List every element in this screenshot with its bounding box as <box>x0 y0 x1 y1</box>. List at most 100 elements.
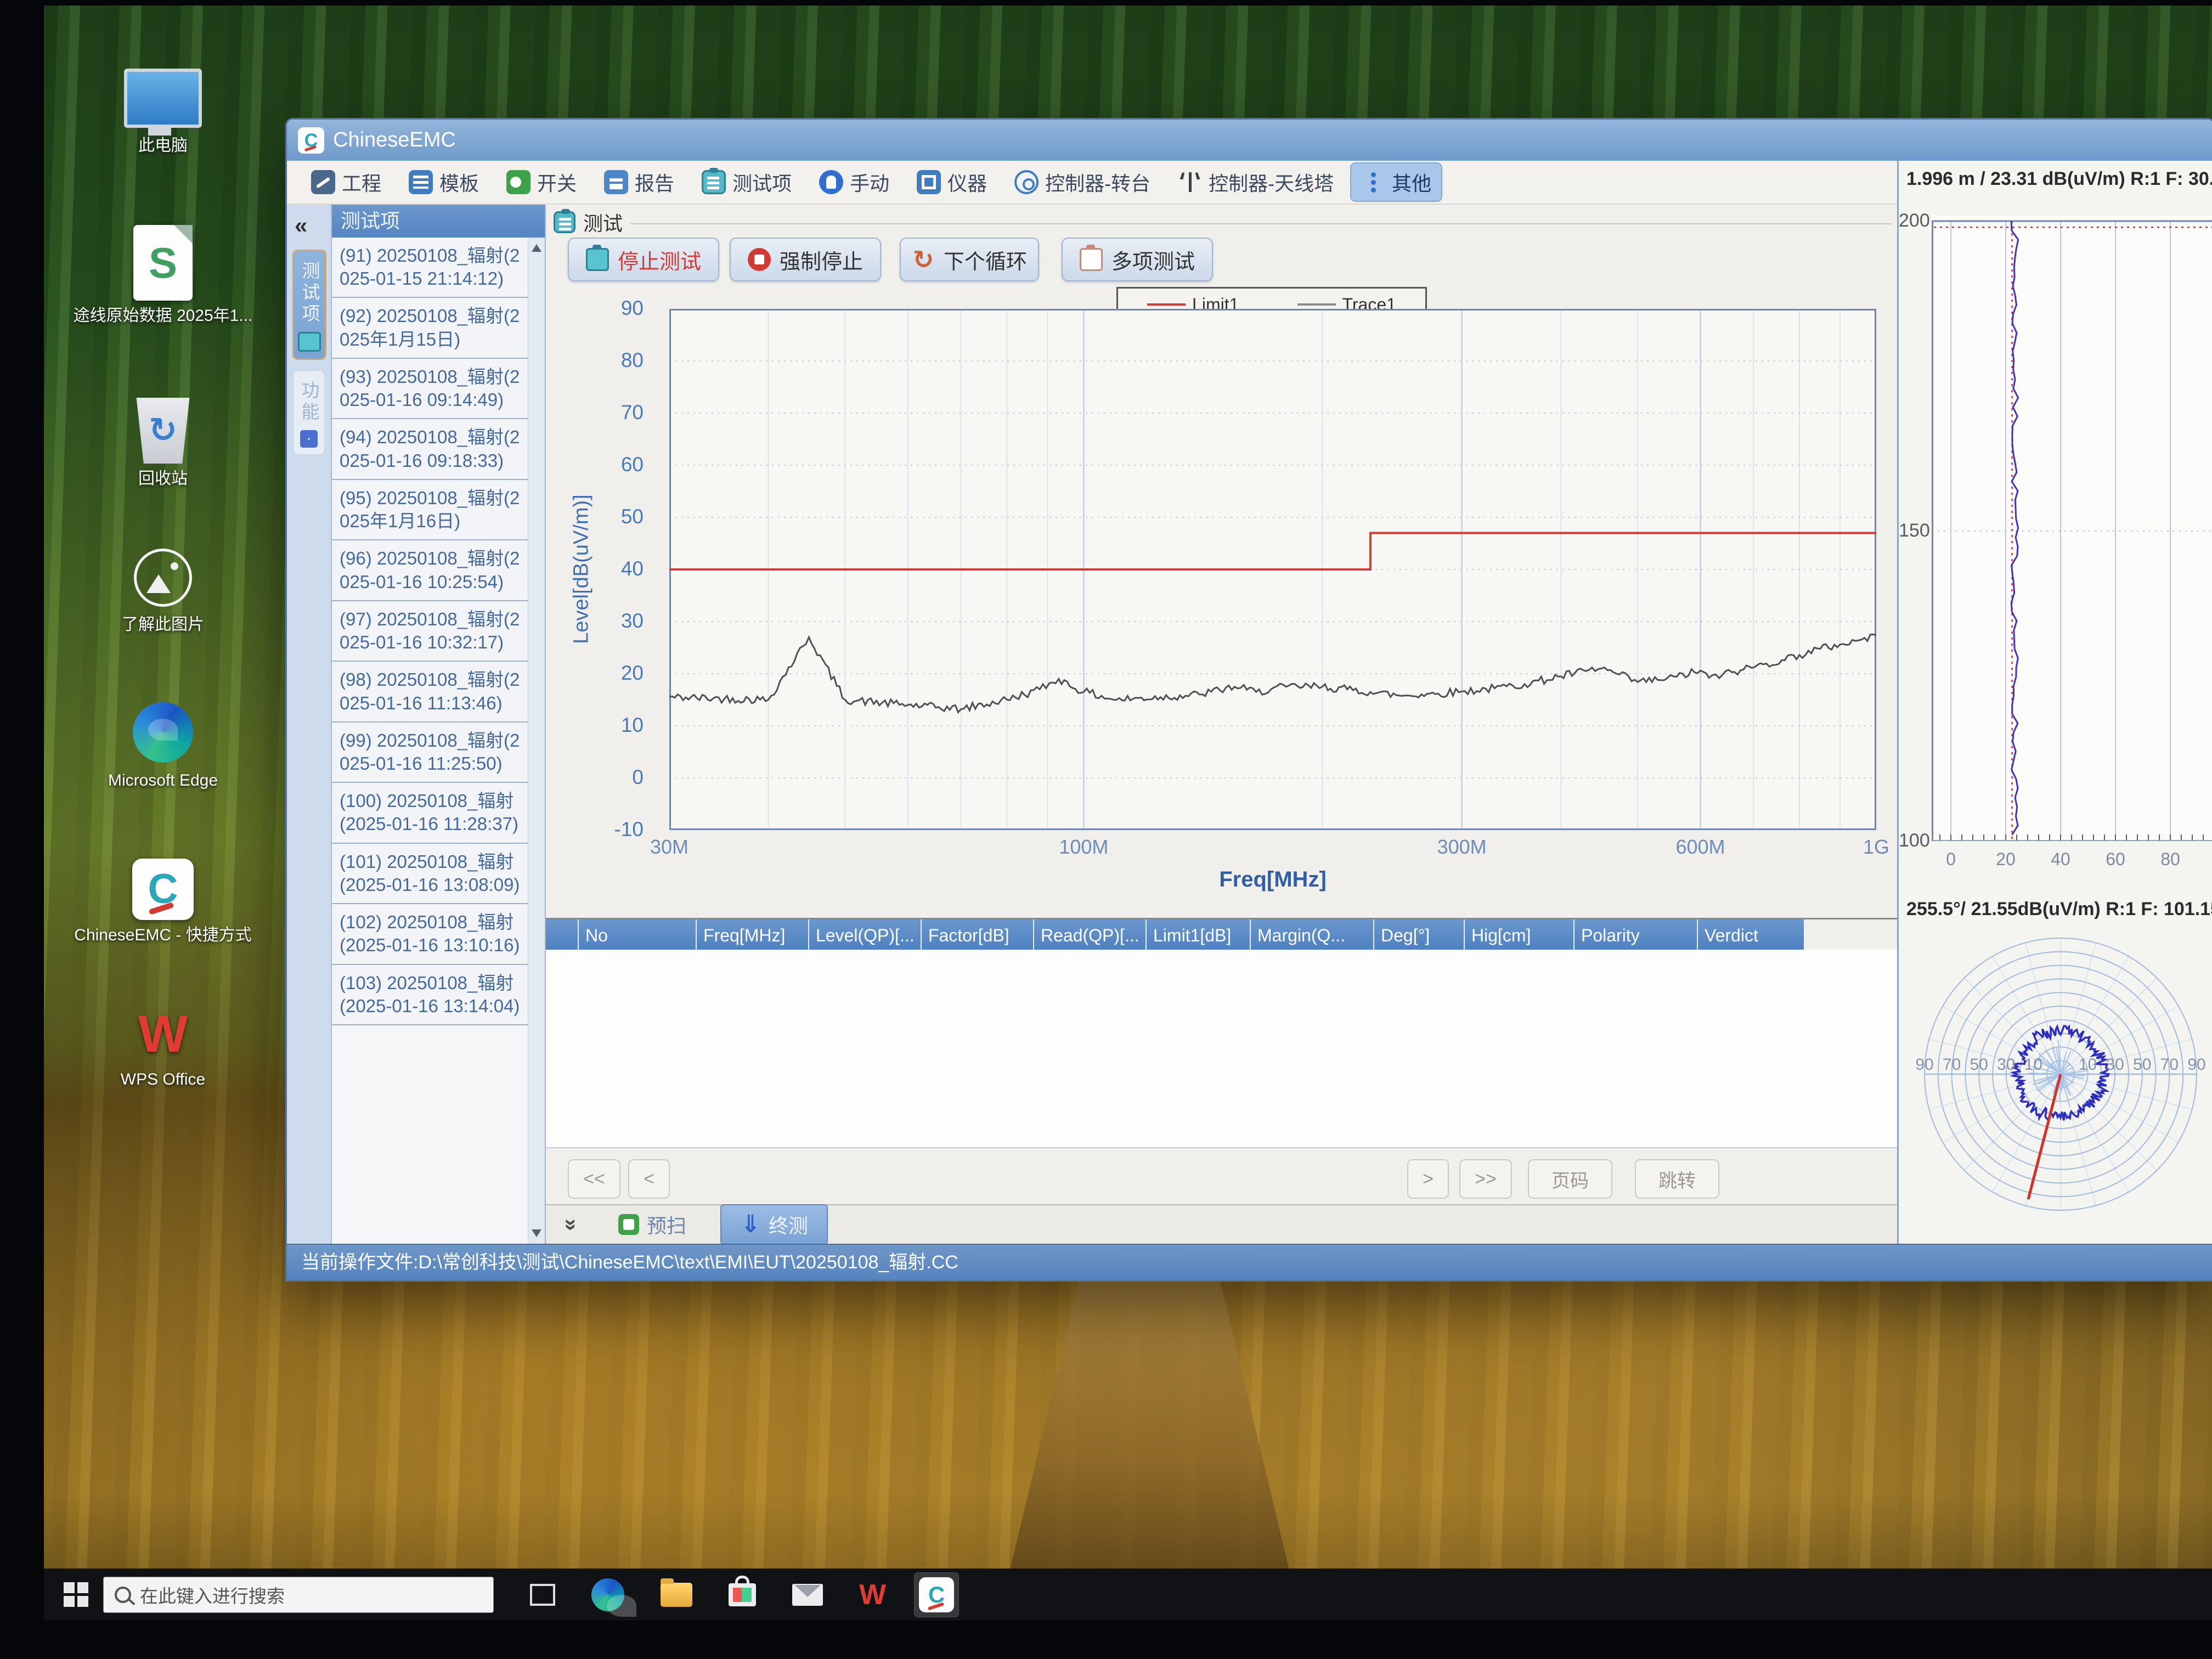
start-button-icon[interactable] <box>64 1582 89 1607</box>
dock-tab-functions[interactable]: 功能 <box>292 370 325 455</box>
menu-item-project[interactable]: 工程 <box>301 163 391 201</box>
menu-item-other[interactable]: 其他 <box>1351 163 1441 201</box>
scroll-up-icon[interactable] <box>532 244 541 252</box>
emission-chart[interactable] <box>669 309 1876 830</box>
microsoft-store-icon[interactable] <box>729 1583 756 1606</box>
svg-text:50: 50 <box>2133 1056 2151 1074</box>
turntable-polar-chart[interactable]: 90907070505030301010 <box>1899 934 2212 1220</box>
edge-icon <box>133 702 193 763</box>
test-item[interactable]: (103) 20250108_辐射(2025-01-16 13:14:04) <box>332 965 528 1025</box>
bottom-tab-strip: » 预扫 ⇓终测 <box>546 1204 1897 1244</box>
column-header[interactable]: Level(QP)[... <box>809 919 922 951</box>
template-icon <box>409 170 433 194</box>
menu-item-instrument[interactable]: 仪器 <box>907 163 997 201</box>
desktop-icon-wps[interactable]: WWPS Office <box>72 1004 253 1090</box>
desktop-icon-photo-info[interactable]: 了解此图片 <box>72 549 253 635</box>
legend-swatch <box>1147 303 1186 306</box>
taskbar-search-input[interactable]: 在此键入进行搜索 <box>103 1577 494 1613</box>
test-item[interactable]: (97) 20250108_辐射(2025-01-16 10:32:17) <box>332 601 528 662</box>
height-x-tick-label: 40 <box>2039 849 2083 870</box>
test-item[interactable]: (94) 20250108_辐射(2025-01-16 09:18:33) <box>332 419 528 479</box>
dock-collapse-button[interactable]: « <box>295 212 331 239</box>
testitems-icon <box>702 170 726 194</box>
tab-final[interactable]: ⇓终测 <box>721 1205 827 1244</box>
column-header[interactable]: Deg[°] <box>1374 919 1465 951</box>
chineseemc-taskbar-button[interactable]: C <box>915 1573 958 1617</box>
pagination-bar: <<< >>> 页码跳转 <box>546 1159 1897 1199</box>
menu-item-antenna[interactable]: 控制器-天线塔 <box>1168 163 1344 201</box>
tabs-collapse-icon[interactable]: » <box>559 1212 584 1237</box>
desktop-icon-edge[interactable]: Microsoft Edge <box>72 702 253 791</box>
window-titlebar[interactable]: C ChineseEMC <box>287 120 2212 161</box>
rotator-icon <box>1014 170 1039 194</box>
last-page-button[interactable]: >> <box>1459 1159 1512 1199</box>
desktop-icon-label: Microsoft Edge <box>72 771 253 791</box>
menu-item-manual[interactable]: 手动 <box>809 163 899 201</box>
test-item[interactable]: (100) 20250108_辐射(2025-01-16 11:28:37) <box>332 783 528 843</box>
desktop-icon-emc-shortcut[interactable]: CChineseEMC - 快捷方式 <box>72 859 253 945</box>
force-stop-button[interactable]: 强制停止 <box>730 238 881 281</box>
desktop-icon-recycle-bin[interactable]: ↻回收站 <box>72 398 253 489</box>
menu-item-report[interactable]: 报告 <box>594 163 684 201</box>
test-item[interactable]: (98) 20250108_辐射(2025-01-16 11:13:46) <box>332 662 528 722</box>
mail-icon[interactable] <box>792 1584 823 1606</box>
multi-test-button[interactable]: 多项测试 <box>1062 238 1213 281</box>
column-header[interactable]: Freq[MHz] <box>697 919 809 951</box>
stop-test-button[interactable]: 停止测试 <box>568 238 719 281</box>
file-explorer-icon[interactable] <box>661 1583 692 1607</box>
desktop-icon-label: 此电脑 <box>72 136 253 156</box>
column-header[interactable]: Read(QP)[... <box>1034 919 1147 951</box>
next-cycle-button[interactable]: ↻下个循环 <box>900 238 1039 281</box>
jump-button[interactable]: 跳转 <box>1635 1159 1719 1199</box>
column-header[interactable]: Verdict <box>1698 919 1805 951</box>
height-scan-chart[interactable] <box>1932 216 2212 841</box>
height-x-tick-label: 0 <box>1929 849 1973 870</box>
test-item[interactable]: (96) 20250108_辐射(2025-01-16 10:25:54) <box>332 540 528 601</box>
desktop-icon-label: 了解此图片 <box>72 615 253 635</box>
force-stop-label: 强制停止 <box>780 245 863 275</box>
tab-prescan[interactable]: 预扫 <box>600 1205 705 1244</box>
wps-taskbar-icon[interactable]: W <box>859 1578 886 1611</box>
wps-file-icon: S <box>133 225 193 301</box>
menu-item-switch[interactable]: 开关 <box>496 163 586 201</box>
column-header[interactable]: Hig[cm] <box>1465 919 1575 951</box>
test-item[interactable]: (91) 20250108_辐射(2025-01-15 21:14:12) <box>332 238 528 298</box>
menu-item-template[interactable]: 模板 <box>399 163 489 201</box>
wps-icon: W <box>130 1004 196 1064</box>
dock-tab-icon <box>300 430 318 448</box>
results-table-body[interactable] <box>546 950 1897 1148</box>
test-item[interactable]: (92) 20250108_辐射(2025年1月15日) <box>332 298 528 358</box>
next-page-button[interactable]: > <box>1407 1159 1449 1199</box>
desktop-icon-this-pc[interactable]: 此电脑 <box>72 69 253 156</box>
manual-icon <box>819 170 843 194</box>
multi-test-label: 多项测试 <box>1111 245 1195 275</box>
test-item[interactable]: (99) 20250108_辐射(2025-01-16 11:25:50) <box>332 723 528 783</box>
prev-page-button[interactable]: < <box>628 1159 670 1199</box>
desktop-icon-label: 回收站 <box>72 469 253 489</box>
project-icon <box>311 170 335 194</box>
dock-tab-testitems[interactable]: 测试项 <box>292 250 326 360</box>
first-page-button[interactable]: << <box>568 1159 620 1199</box>
test-item[interactable]: (101) 20250108_辐射(2025-01-16 13:08:09) <box>332 844 528 904</box>
task-view-icon[interactable] <box>530 1584 555 1606</box>
scroll-down-icon[interactable] <box>532 1229 541 1237</box>
column-header[interactable]: Limit1[dB] <box>1147 919 1251 951</box>
sidebar-scrollbar[interactable] <box>528 238 545 1244</box>
height-y-tick-label: 200 <box>1899 210 1927 232</box>
menu-item-rotator[interactable]: 控制器-转台 <box>1005 163 1160 201</box>
taskbar: 在此键入进行搜索 W C <box>44 1568 2212 1621</box>
edge-taskbar-icon[interactable] <box>591 1578 624 1611</box>
test-item[interactable]: (95) 20250108_辐射(2025年1月16日) <box>332 480 528 540</box>
svg-text:50: 50 <box>1970 1056 1988 1074</box>
column-header[interactable]: No <box>579 919 697 951</box>
test-item[interactable]: (93) 20250108_辐射(2025-01-16 09:14:49) <box>332 359 528 419</box>
test-item[interactable]: (102) 20250108_辐射(2025-01-16 13:10:16) <box>332 904 528 964</box>
column-header[interactable]: Factor[dB] <box>922 919 1034 951</box>
desktop-icon-wps-file[interactable]: S途线原始数据 2025年1... <box>72 225 253 326</box>
page-number-button[interactable]: 页码 <box>1528 1159 1612 1199</box>
x-tick-label: 100M <box>1040 836 1127 859</box>
column-header[interactable]: Polarity <box>1575 919 1698 951</box>
menu-item-testitems[interactable]: 测试项 <box>692 163 802 201</box>
stop-test-label: 停止测试 <box>618 245 701 275</box>
column-header[interactable]: Margin(Q... <box>1251 919 1374 951</box>
